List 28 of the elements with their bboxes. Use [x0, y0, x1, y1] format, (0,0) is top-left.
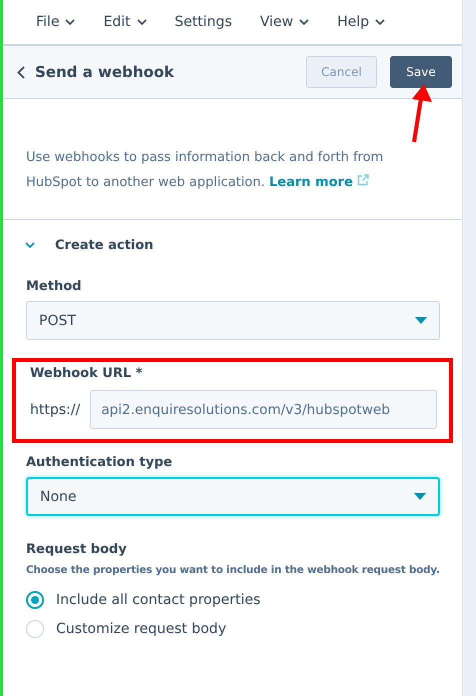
panel-title: Send a webhook [35, 63, 174, 81]
radio-option[interactable]: Include all contact properties [26, 591, 261, 609]
learn-more-link[interactable]: Learn more [269, 175, 370, 190]
radio-option[interactable]: Customize request body [26, 620, 226, 638]
url-prefix: https:// [30, 402, 80, 418]
save-button[interactable]: Save [390, 56, 452, 88]
auth-type-dropdown[interactable]: None [26, 477, 440, 516]
external-link-icon [357, 174, 370, 186]
url-input-field[interactable]: api2.enquiresolutions.com/v3/hubspotweb [90, 390, 437, 429]
menu-item[interactable]: Settings [174, 14, 232, 30]
field-label: Authentication type [26, 455, 174, 470]
menu-item[interactable]: Help [337, 14, 386, 30]
dropdown-triangle-icon [414, 493, 426, 500]
chevron-down-icon[interactable] [25, 242, 35, 249]
radio-button[interactable] [26, 620, 44, 638]
description-text: Use webhooks to pass information back and forth from HubSpot to another web application. Learn more [26, 150, 384, 190]
section-title: Create action [55, 238, 154, 253]
help-text: Choose the properties you want to include in the webhook request body. [26, 563, 440, 578]
back-icon[interactable] [17, 66, 25, 78]
field-label: Method [26, 279, 82, 294]
dropdown-triangle-icon [415, 317, 427, 324]
field-label: Webhook URL * [30, 366, 144, 381]
menu-item[interactable]: File [36, 14, 76, 30]
menu-item[interactable]: View [260, 14, 310, 30]
method-dropdown[interactable]: POST [26, 301, 440, 340]
radio-button[interactable] [26, 591, 44, 609]
field-label: Request body [26, 542, 128, 557]
menu-item[interactable]: Edit [103, 14, 147, 30]
